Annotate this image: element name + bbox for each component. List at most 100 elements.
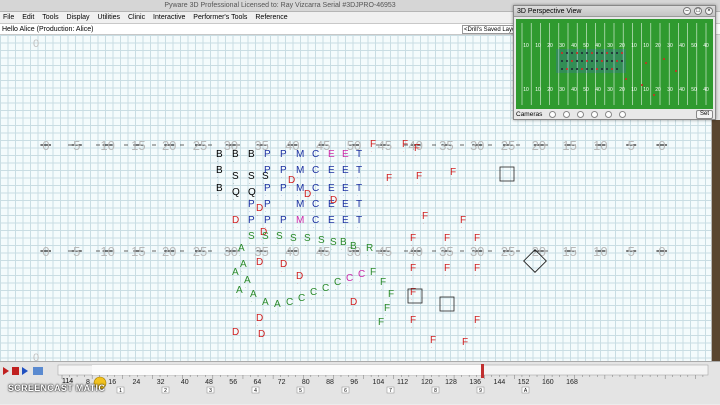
marcher-symbol[interactable]: P bbox=[280, 149, 287, 160]
marcher-symbol[interactable]: M bbox=[296, 165, 304, 176]
marcher-symbol[interactable]: F bbox=[370, 139, 376, 150]
marcher-symbol[interactable]: C bbox=[286, 297, 293, 308]
marcher-symbol[interactable]: P bbox=[248, 215, 255, 226]
marcher-symbol[interactable]: C bbox=[312, 215, 319, 226]
marcher-symbol[interactable]: S bbox=[232, 171, 239, 182]
marcher-symbol[interactable]: C bbox=[312, 199, 319, 210]
marcher-symbol[interactable]: A bbox=[262, 297, 269, 308]
marcher-symbol[interactable]: D bbox=[350, 297, 357, 308]
marcher-symbol[interactable]: A bbox=[240, 259, 247, 270]
marcher-symbol[interactable]: R bbox=[366, 243, 373, 254]
marcher-symbol[interactable]: C bbox=[312, 149, 319, 160]
marcher-symbol[interactable]: F bbox=[370, 267, 376, 278]
marcher-symbol[interactable]: S bbox=[248, 231, 255, 242]
marcher-symbol[interactable]: S bbox=[248, 171, 255, 182]
marcher-symbol[interactable]: T bbox=[356, 165, 362, 176]
marcher-symbol[interactable]: E bbox=[328, 183, 335, 194]
marcher-symbol[interactable]: D bbox=[330, 195, 337, 206]
marcher-symbol[interactable]: T bbox=[356, 149, 362, 160]
marcher-symbol[interactable]: B bbox=[232, 149, 239, 160]
marcher-symbol[interactable]: F bbox=[410, 315, 416, 326]
marcher-symbol[interactable]: Q bbox=[232, 187, 240, 198]
marcher-symbol[interactable]: D bbox=[280, 259, 287, 270]
menu-clinic[interactable]: Clinic bbox=[125, 12, 148, 24]
marcher-symbol[interactable]: C bbox=[346, 273, 353, 284]
marcher-symbol[interactable]: P bbox=[264, 215, 271, 226]
marcher-symbol[interactable]: E bbox=[342, 149, 349, 160]
camera-radio-1[interactable] bbox=[549, 111, 557, 118]
marcher-symbol[interactable]: B bbox=[216, 183, 223, 194]
marcher-symbol[interactable]: B bbox=[216, 165, 223, 176]
marcher-symbol[interactable]: B bbox=[340, 237, 347, 248]
marcher-symbol[interactable]: C bbox=[312, 165, 319, 176]
marcher-symbol[interactable]: D bbox=[288, 175, 295, 186]
marcher-symbol[interactable]: P bbox=[280, 215, 287, 226]
marcher-symbol[interactable]: A bbox=[250, 289, 257, 300]
marcher-symbol[interactable]: S bbox=[262, 231, 269, 242]
marcher-symbol[interactable]: F bbox=[422, 211, 428, 222]
play-icon[interactable] bbox=[3, 367, 9, 375]
marcher-symbol[interactable]: C bbox=[334, 277, 341, 288]
marcher-symbol[interactable]: C bbox=[322, 283, 329, 294]
marcher-symbol[interactable]: C bbox=[298, 293, 305, 304]
stop-icon[interactable] bbox=[12, 367, 19, 375]
marcher-symbol[interactable]: D bbox=[256, 257, 263, 268]
marcher-symbol[interactable]: T bbox=[356, 215, 362, 226]
marcher-symbol[interactable]: P bbox=[264, 165, 271, 176]
marcher-symbol[interactable]: B bbox=[248, 149, 255, 160]
marcher-symbol[interactable]: F bbox=[384, 303, 390, 314]
marcher-symbol[interactable]: S bbox=[290, 233, 297, 244]
close-icon[interactable]: × bbox=[705, 7, 713, 15]
marcher-symbol[interactable]: S bbox=[318, 235, 325, 246]
marcher-symbol[interactable]: B bbox=[216, 149, 223, 160]
menu-interactive[interactable]: Interactive bbox=[150, 12, 188, 24]
marcher-symbol[interactable]: S bbox=[276, 231, 283, 242]
marcher-symbol[interactable]: A bbox=[232, 267, 239, 278]
marcher-symbol[interactable]: P bbox=[248, 199, 255, 210]
marcher-symbol[interactable]: M bbox=[296, 215, 304, 226]
marcher-symbol[interactable]: F bbox=[410, 263, 416, 274]
menu-utilities[interactable]: Utilities bbox=[94, 12, 123, 24]
marcher-symbol[interactable]: E bbox=[328, 165, 335, 176]
marcher-symbol[interactable]: T bbox=[356, 199, 362, 210]
menu-display[interactable]: Display bbox=[64, 12, 93, 24]
marcher-symbol[interactable]: F bbox=[414, 143, 420, 154]
marcher-symbol[interactable]: F bbox=[388, 289, 394, 300]
marcher-symbol[interactable]: P bbox=[280, 183, 287, 194]
perspective-field[interactable]: 10 10 10 10 20 20 30 30 40 40 50 50 40 40 30 30 20 20 10 10… bbox=[516, 19, 713, 109]
minimize-icon[interactable]: – bbox=[683, 7, 691, 15]
camera-set-button[interactable]: Set bbox=[695, 110, 713, 119]
marcher-symbol[interactable]: F bbox=[378, 317, 384, 328]
marcher-symbol[interactable]: Q bbox=[248, 187, 256, 198]
perspective-titlebar[interactable]: 3D Perspective View – □ × bbox=[514, 6, 715, 17]
marcher-symbol[interactable]: E bbox=[342, 199, 349, 210]
marcher-symbol[interactable]: D bbox=[232, 327, 239, 338]
marcher-symbol[interactable]: D bbox=[232, 215, 239, 226]
marcher-symbol[interactable]: A bbox=[274, 299, 281, 310]
marcher-symbol[interactable]: P bbox=[264, 199, 271, 210]
playhead[interactable] bbox=[481, 364, 484, 378]
marcher-symbol[interactable]: D bbox=[304, 189, 311, 200]
loop-icon[interactable] bbox=[33, 367, 43, 375]
marcher-symbol[interactable]: E bbox=[328, 149, 335, 160]
prop-box[interactable] bbox=[499, 166, 515, 182]
marcher-symbol[interactable]: F bbox=[386, 173, 392, 184]
marcher-symbol[interactable]: F bbox=[444, 233, 450, 244]
marcher-symbol[interactable]: A bbox=[236, 285, 243, 296]
marcher-symbol[interactable]: S bbox=[330, 237, 337, 248]
marcher-symbol[interactable]: F bbox=[416, 171, 422, 182]
marcher-symbol[interactable]: E bbox=[342, 165, 349, 176]
marcher-symbol[interactable]: A bbox=[238, 243, 245, 254]
marcher-symbol[interactable]: E bbox=[342, 183, 349, 194]
prop-box[interactable] bbox=[439, 296, 455, 312]
marcher-symbol[interactable]: M bbox=[296, 149, 304, 160]
marcher-symbol[interactable]: A bbox=[244, 275, 251, 286]
marcher-symbol[interactable]: B bbox=[350, 241, 357, 252]
marcher-symbol[interactable]: C bbox=[358, 269, 365, 280]
menu-reference[interactable]: Reference bbox=[252, 12, 290, 24]
marcher-symbol[interactable]: E bbox=[328, 215, 335, 226]
marcher-symbol[interactable]: C bbox=[310, 287, 317, 298]
camera-radio-4[interactable] bbox=[591, 111, 599, 118]
count-timeline[interactable]: 114 8 16 24 32 40 48 56 64 72 80 88 96 104 112 120 128 13… bbox=[0, 361, 720, 404]
camera-radio-2[interactable] bbox=[563, 111, 571, 118]
